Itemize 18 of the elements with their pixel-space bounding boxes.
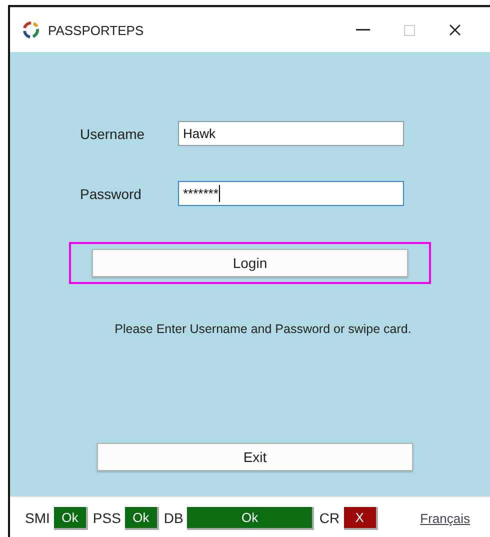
status-indicator: Ok [54, 506, 88, 530]
status-indicator: Ok [187, 506, 314, 530]
login-button[interactable]: Login [92, 249, 408, 277]
instruction-text: Please Enter Username and Password or swipe card. [114, 322, 412, 336]
username-field[interactable]: Hawk [178, 121, 404, 146]
status-label: PSS [92, 510, 121, 526]
window-title: PASSPORTEPS [48, 22, 145, 38]
app-logo-icon [22, 21, 40, 39]
status-label: SMI [25, 510, 50, 526]
exit-button[interactable]: Exit [97, 443, 413, 471]
field-label: Username [80, 126, 146, 142]
status-label: CR [319, 510, 340, 526]
status-label: DB [164, 510, 184, 526]
language-link[interactable]: Français [420, 510, 470, 526]
field-label: Password [80, 186, 142, 202]
password-field[interactable]: ******* [178, 181, 404, 206]
status-indicator: Ok [124, 506, 159, 530]
status-indicator: X [344, 506, 378, 530]
